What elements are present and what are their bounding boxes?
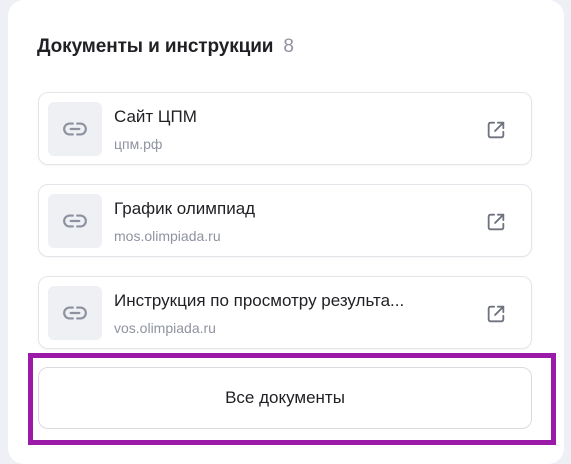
- link-icon: [48, 102, 102, 156]
- document-url: vos.olimpiada.ru: [114, 320, 216, 336]
- external-link-icon[interactable]: [485, 119, 507, 141]
- link-icon: [48, 286, 102, 340]
- section-header: Документы и инструкции 8: [37, 36, 294, 58]
- document-card-schedule[interactable]: График олимпиад mos.olimpiada.ru: [38, 184, 532, 257]
- document-name: Сайт ЦПМ: [114, 107, 197, 126]
- document-card-cpm[interactable]: Сайт ЦПМ цпм.рф: [38, 92, 532, 165]
- all-documents-button[interactable]: Все документы: [38, 367, 532, 429]
- external-link-icon[interactable]: [485, 303, 507, 325]
- document-card-instruction[interactable]: Инструкция по просмотру результа... vos.…: [38, 276, 532, 349]
- document-name: График олимпиад: [114, 199, 256, 218]
- document-url: цпм.рф: [114, 136, 163, 152]
- link-icon: [48, 194, 102, 248]
- document-name: Инструкция по просмотру результа...: [114, 291, 405, 310]
- section-count: 8: [283, 36, 294, 57]
- documents-panel: Документы и инструкции 8 Сайт ЦПМ цпм.рф…: [8, 0, 564, 464]
- external-link-icon[interactable]: [485, 211, 507, 233]
- section-title: Документы и инструкции: [37, 36, 274, 57]
- document-url: mos.olimpiada.ru: [114, 228, 221, 244]
